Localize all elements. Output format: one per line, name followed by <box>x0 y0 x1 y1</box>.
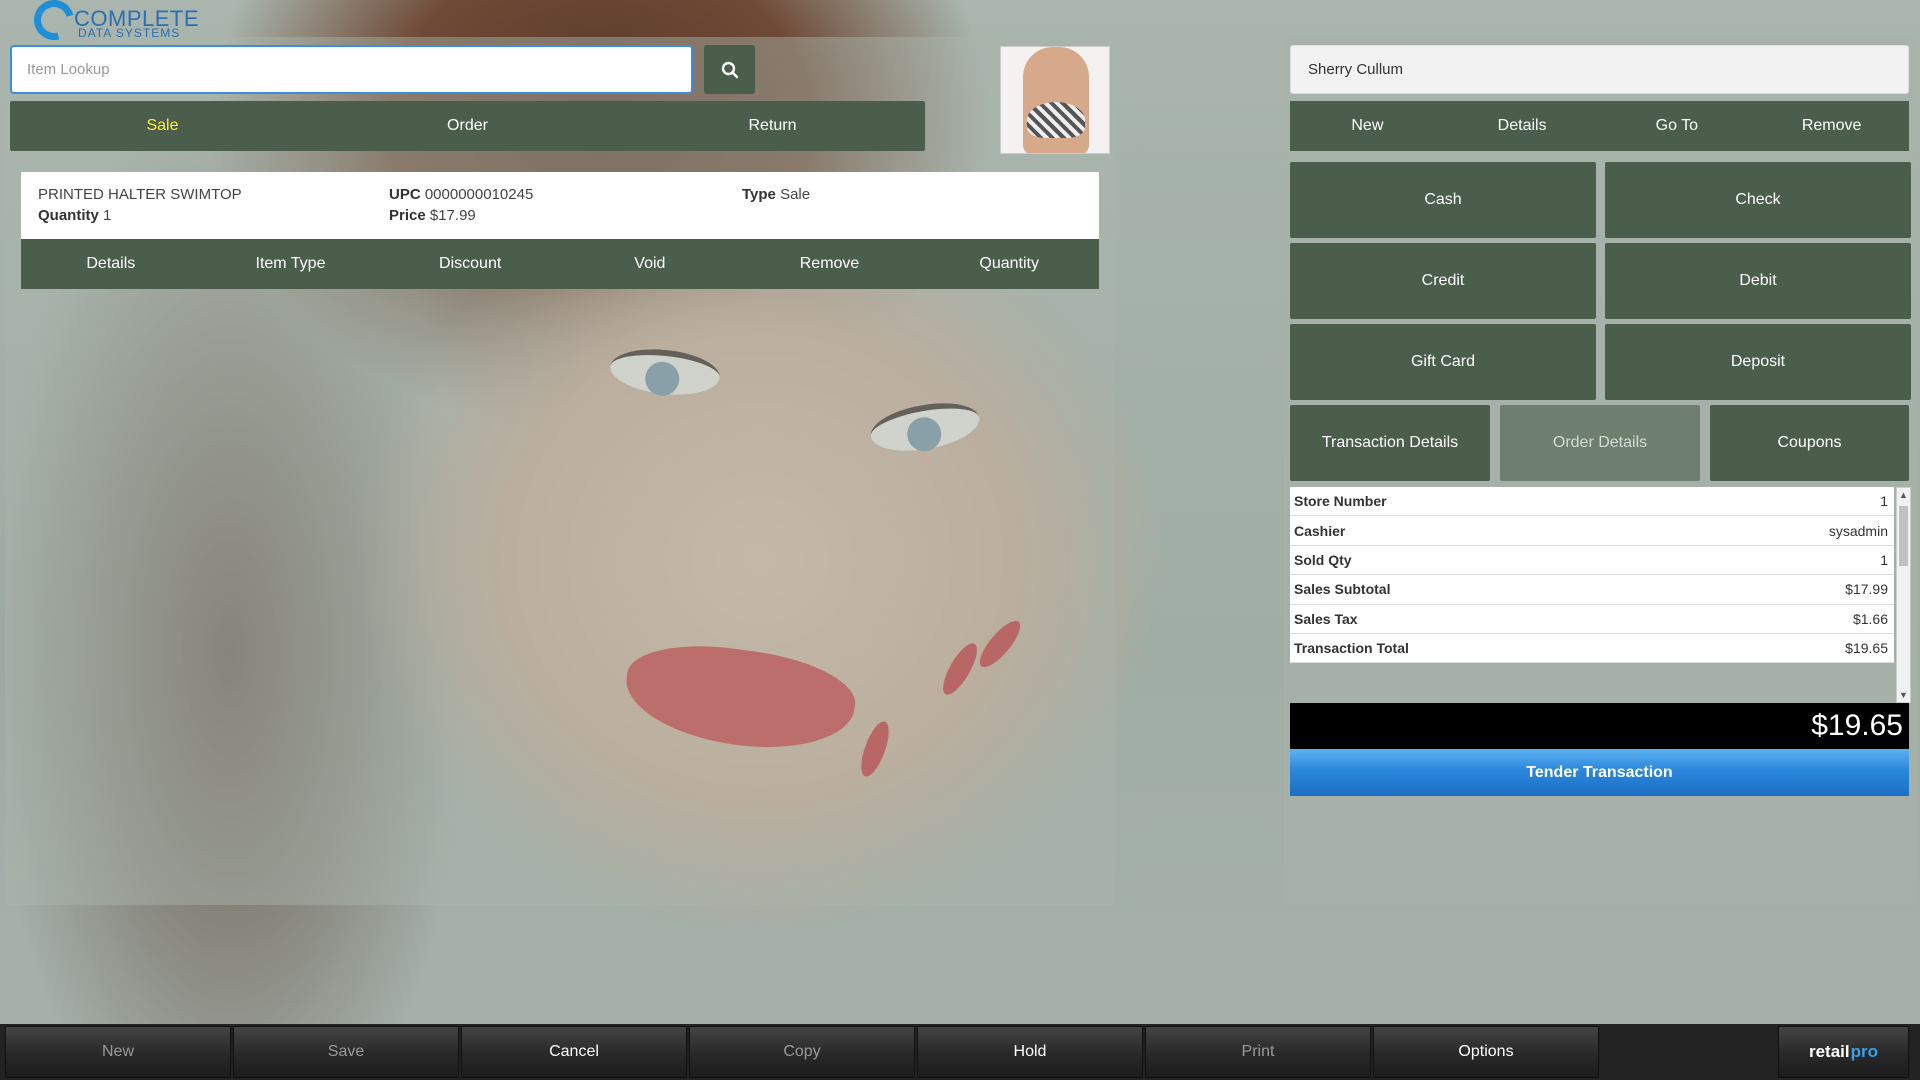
customer-name-field[interactable]: Sherry Cullum <box>1290 45 1909 94</box>
summary-row: Cashier sysadmin <box>1290 516 1894 546</box>
pay-deposit-button[interactable]: Deposit <box>1605 324 1911 400</box>
customer-actions-bar: New Details Go To Remove <box>1290 101 1909 151</box>
item-details-button[interactable]: Details <box>21 239 201 289</box>
scroll-thumb[interactable] <box>1899 506 1908 566</box>
toolbar-cancel-button[interactable]: Cancel <box>461 1026 687 1078</box>
item-quantity: Quantity 1 <box>38 207 112 224</box>
item-lookup-input[interactable] <box>10 45 693 94</box>
toolbar-copy-button[interactable]: Copy <box>689 1026 915 1078</box>
pay-cash-button[interactable]: Cash <box>1290 162 1596 238</box>
toolbar-save-button[interactable]: Save <box>233 1026 459 1078</box>
summary-row: Sales Subtotal $17.99 <box>1290 575 1894 605</box>
item-name: PRINTED HALTER SWIMTOP <box>38 186 242 203</box>
pay-debit-button[interactable]: Debit <box>1605 243 1911 319</box>
bottom-toolbar: New Save Cancel Copy Hold Print Options … <box>0 1024 1920 1080</box>
customer-goto-button[interactable]: Go To <box>1600 101 1755 151</box>
pay-gift-card-button[interactable]: Gift Card <box>1290 324 1596 400</box>
toolbar-print-button[interactable]: Print <box>1145 1026 1371 1078</box>
item-actions-bar: Details Item Type Discount Void Remove Q… <box>21 239 1099 289</box>
toolbar-options-button[interactable]: Options <box>1373 1026 1599 1078</box>
toolbar-new-button[interactable]: New <box>5 1026 231 1078</box>
item-type-button[interactable]: Item Type <box>201 239 381 289</box>
company-logo: COMPLETE DATA SYSTEMS <box>26 0 199 48</box>
tab-return[interactable]: Return <box>620 101 925 151</box>
item-quantity-button[interactable]: Quantity <box>919 239 1099 289</box>
cart-line-item[interactable]: PRINTED HALTER SWIMTOP Quantity 1 UPC 00… <box>21 172 1099 239</box>
coupons-button[interactable]: Coupons <box>1710 405 1909 481</box>
pay-check-button[interactable]: Check <box>1605 162 1911 238</box>
retailpro-logo: retail pro <box>1778 1026 1909 1078</box>
summary-row: Sold Qty 1 <box>1290 546 1894 576</box>
item-price: Price $17.99 <box>389 207 476 224</box>
toolbar-hold-button[interactable]: Hold <box>917 1026 1143 1078</box>
product-image[interactable] <box>1000 46 1110 154</box>
customer-details-button[interactable]: Details <box>1445 101 1600 151</box>
transaction-details-button[interactable]: Transaction Details <box>1290 405 1490 481</box>
cart-panel <box>5 37 1115 905</box>
search-button[interactable] <box>704 45 755 94</box>
item-type: Type Sale <box>742 186 811 203</box>
item-upc: UPC 0000000010245 <box>389 186 534 203</box>
tab-sale[interactable]: Sale <box>10 101 315 151</box>
summary-scrollbar[interactable]: ▲ ▼ <box>1896 487 1911 703</box>
summary-row: Transaction Total $19.65 <box>1290 634 1894 664</box>
tab-order[interactable]: Order <box>315 101 620 151</box>
summary-row: Sales Tax $1.66 <box>1290 605 1894 634</box>
customer-new-button[interactable]: New <box>1290 101 1445 151</box>
tender-transaction-button[interactable]: Tender Transaction <box>1290 749 1909 796</box>
item-void-button[interactable]: Void <box>560 239 740 289</box>
scroll-up-icon[interactable]: ▲ <box>1897 488 1910 502</box>
scroll-down-icon[interactable]: ▼ <box>1897 688 1910 702</box>
pay-credit-button[interactable]: Credit <box>1290 243 1596 319</box>
transaction-summary-table: Store Number 1 Cashier sysadmin Sold Qty 1 … <box>1290 487 1894 664</box>
mode-tabs: Sale Order Return <box>10 101 925 151</box>
search-icon <box>721 61 738 78</box>
customer-remove-button[interactable]: Remove <box>1754 101 1909 151</box>
item-discount-button[interactable]: Discount <box>380 239 560 289</box>
order-details-button: Order Details <box>1500 405 1700 481</box>
item-remove-button[interactable]: Remove <box>740 239 920 289</box>
total-amount-display: $19.65 <box>1290 703 1909 749</box>
summary-row: Store Number 1 <box>1290 487 1894 517</box>
